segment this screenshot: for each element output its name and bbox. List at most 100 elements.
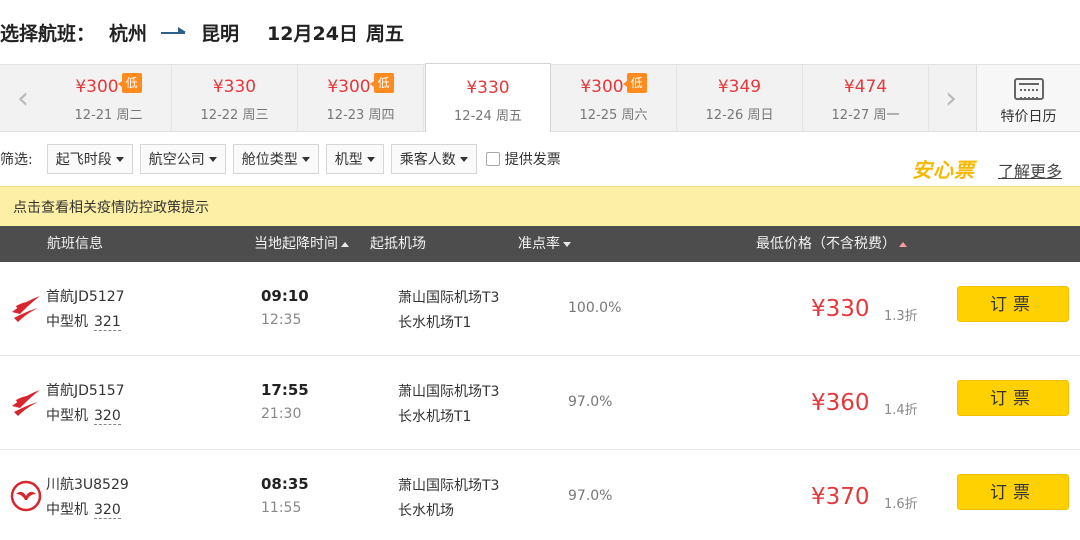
departure-time: 09:10 (261, 287, 309, 305)
col-time[interactable]: 当地起降时间 (254, 226, 349, 262)
date-cell[interactable]: ¥300 低 12-25 周六 (551, 65, 677, 131)
col-price[interactable]: 最低价格（不含税费） (756, 226, 907, 262)
date-label: 12-22 周三 (200, 108, 269, 123)
date-label: 12-27 周一 (831, 108, 900, 123)
select-flight-label: 选择航班： (0, 22, 96, 45)
chevron-left-icon[interactable]: ‹ (0, 65, 46, 131)
aircraft-code[interactable]: 320 (94, 408, 121, 425)
date-cell[interactable]: ¥300 低 12-23 周四 (298, 65, 424, 131)
low-price-badge: 低 (369, 73, 394, 93)
arrival-airport: 长水机场T1 (398, 409, 472, 425)
passenger-count-dropdown[interactable]: 乘客人数 (390, 144, 477, 174)
aircraft-code[interactable]: 321 (94, 314, 121, 331)
date-cell[interactable]: ¥349 12-26 周日 (677, 65, 803, 131)
promo-logo: 安心票 (912, 158, 975, 182)
date-cell-selected[interactable]: ¥330 12-24 周五 (425, 63, 551, 132)
flight-number: 首航JD5127 (46, 289, 125, 305)
filter-label: 筛选: (0, 152, 33, 168)
flight-price: ¥370 (811, 484, 870, 510)
discount: 1.4折 (884, 403, 918, 418)
checkbox-label: 提供发票 (504, 152, 561, 168)
route-title: 选择航班： 杭州 昆明 12月24日 周五 (0, 0, 1080, 64)
capital-airlines-logo (12, 390, 40, 416)
aircraft-type: 中型机 320 (46, 405, 121, 425)
date-price: ¥300 低 (551, 73, 676, 98)
flight-number: 川航3U8529 (46, 477, 129, 493)
arrival-airport: 长水机场 (398, 503, 454, 519)
ontime-rate: 97.0% (568, 488, 613, 504)
date-label: 12-23 周四 (326, 108, 395, 123)
flight-row: 首航JD5127 中型机 321 09:10 12:35 萧山国际机场T3 长水机… (0, 262, 1080, 356)
arrival-time: 21:30 (261, 406, 302, 422)
origin-city: 杭州 (109, 22, 148, 45)
capital-airlines-logo (12, 296, 40, 322)
book-button[interactable]: 订票 (957, 474, 1069, 510)
dropdown-label: 起飞时段 (55, 152, 112, 168)
book-button[interactable]: 订票 (957, 286, 1069, 322)
travel-date: 12月24日 (267, 22, 358, 45)
col-ontime[interactable]: 准点率 (518, 226, 571, 262)
date-price: ¥300 低 (46, 73, 171, 98)
aircraft-size: 中型机 (46, 314, 88, 330)
checkbox-box[interactable] (485, 152, 500, 166)
departure-time: 08:35 (261, 475, 309, 493)
date-cell[interactable]: ¥300 低 12-21 周二 (46, 65, 172, 131)
flight-price: ¥360 (811, 390, 870, 416)
departure-airport: 萧山国际机场T3 (398, 290, 500, 306)
col-ontime-label: 准点率 (518, 236, 560, 252)
aircraft-type: 中型机 320 (46, 499, 121, 519)
travel-weekday: 周五 (365, 22, 404, 45)
epidemic-policy-notice[interactable]: 点击查看相关疫情防控政策提示 (0, 186, 1080, 226)
calendar-icon (1013, 78, 1044, 100)
table-header: 航班信息 当地起降时间 起抵机场 准点率 最低价格（不含税费） (0, 226, 1080, 262)
caret-down-icon (459, 156, 468, 162)
invoice-checkbox[interactable]: 提供发票 (485, 149, 561, 169)
sort-up-icon (341, 241, 349, 247)
aircraft-type: 中型机 321 (46, 311, 121, 331)
departure-time-dropdown[interactable]: 起飞时段 (46, 144, 133, 174)
book-button[interactable]: 订票 (957, 380, 1069, 416)
flight-row: 首航JD5157 中型机 320 17:55 21:30 萧山国际机场T3 长水机… (0, 356, 1080, 450)
dropdown-label: 机型 (334, 152, 363, 168)
departure-time: 17:55 (261, 381, 309, 399)
sichuan-airlines-logo (10, 480, 42, 512)
departure-airport: 萧山国际机场T3 (398, 478, 500, 494)
cabin-class-dropdown[interactable]: 舱位类型 (232, 144, 319, 174)
date-price: ¥474 (843, 77, 888, 97)
special-price-calendar-button[interactable]: 特价日历 (976, 65, 1080, 131)
ontime-rate: 100.0% (568, 300, 622, 316)
date-label: 12-24 周五 (454, 109, 522, 124)
discount: 1.3折 (884, 309, 918, 324)
col-flight-info: 航班信息 (47, 236, 103, 252)
col-airport: 起抵机场 (370, 236, 426, 252)
discount: 1.6折 (884, 497, 918, 512)
sort-down-icon (563, 241, 571, 247)
sort-up-icon (899, 241, 907, 247)
date-label: 12-26 周日 (705, 108, 774, 123)
dropdown-label: 舱位类型 (241, 152, 298, 168)
calendar-label: 特价日历 (1000, 109, 1057, 125)
aircraft-type-dropdown[interactable]: 机型 (325, 144, 384, 174)
caret-down-icon (208, 156, 217, 162)
date-label: 12-21 周二 (74, 108, 143, 123)
aircraft-size: 中型机 (46, 408, 88, 424)
caret-down-icon (366, 156, 375, 162)
date-cell[interactable]: ¥474 12-27 周一 (803, 65, 929, 131)
chevron-right-icon[interactable]: › (928, 65, 974, 131)
dropdown-label: 航空公司 (148, 152, 205, 168)
caret-down-icon (115, 156, 124, 162)
flight-price: ¥330 (811, 296, 870, 322)
date-strip: ‹ ¥300 低 12-21 周二 ¥330 12-22 周三 ¥300 低 12-… (0, 63, 1080, 132)
ontime-rate: 97.0% (568, 394, 613, 410)
arrival-time: 12:35 (261, 312, 302, 328)
date-price: ¥330 (212, 77, 257, 97)
col-price-label: 最低价格（不含税费） (756, 236, 896, 252)
low-price-badge: 低 (622, 73, 647, 93)
aircraft-code[interactable]: 320 (94, 502, 121, 519)
date-price: ¥300 低 (298, 73, 423, 98)
date-cell[interactable]: ¥330 12-22 周三 (172, 65, 298, 131)
date-label: 12-25 周六 (579, 108, 648, 123)
airline-dropdown[interactable]: 航空公司 (139, 144, 226, 174)
learn-more-link[interactable]: 了解更多 (998, 158, 1062, 182)
arrival-airport: 长水机场T1 (398, 315, 472, 331)
